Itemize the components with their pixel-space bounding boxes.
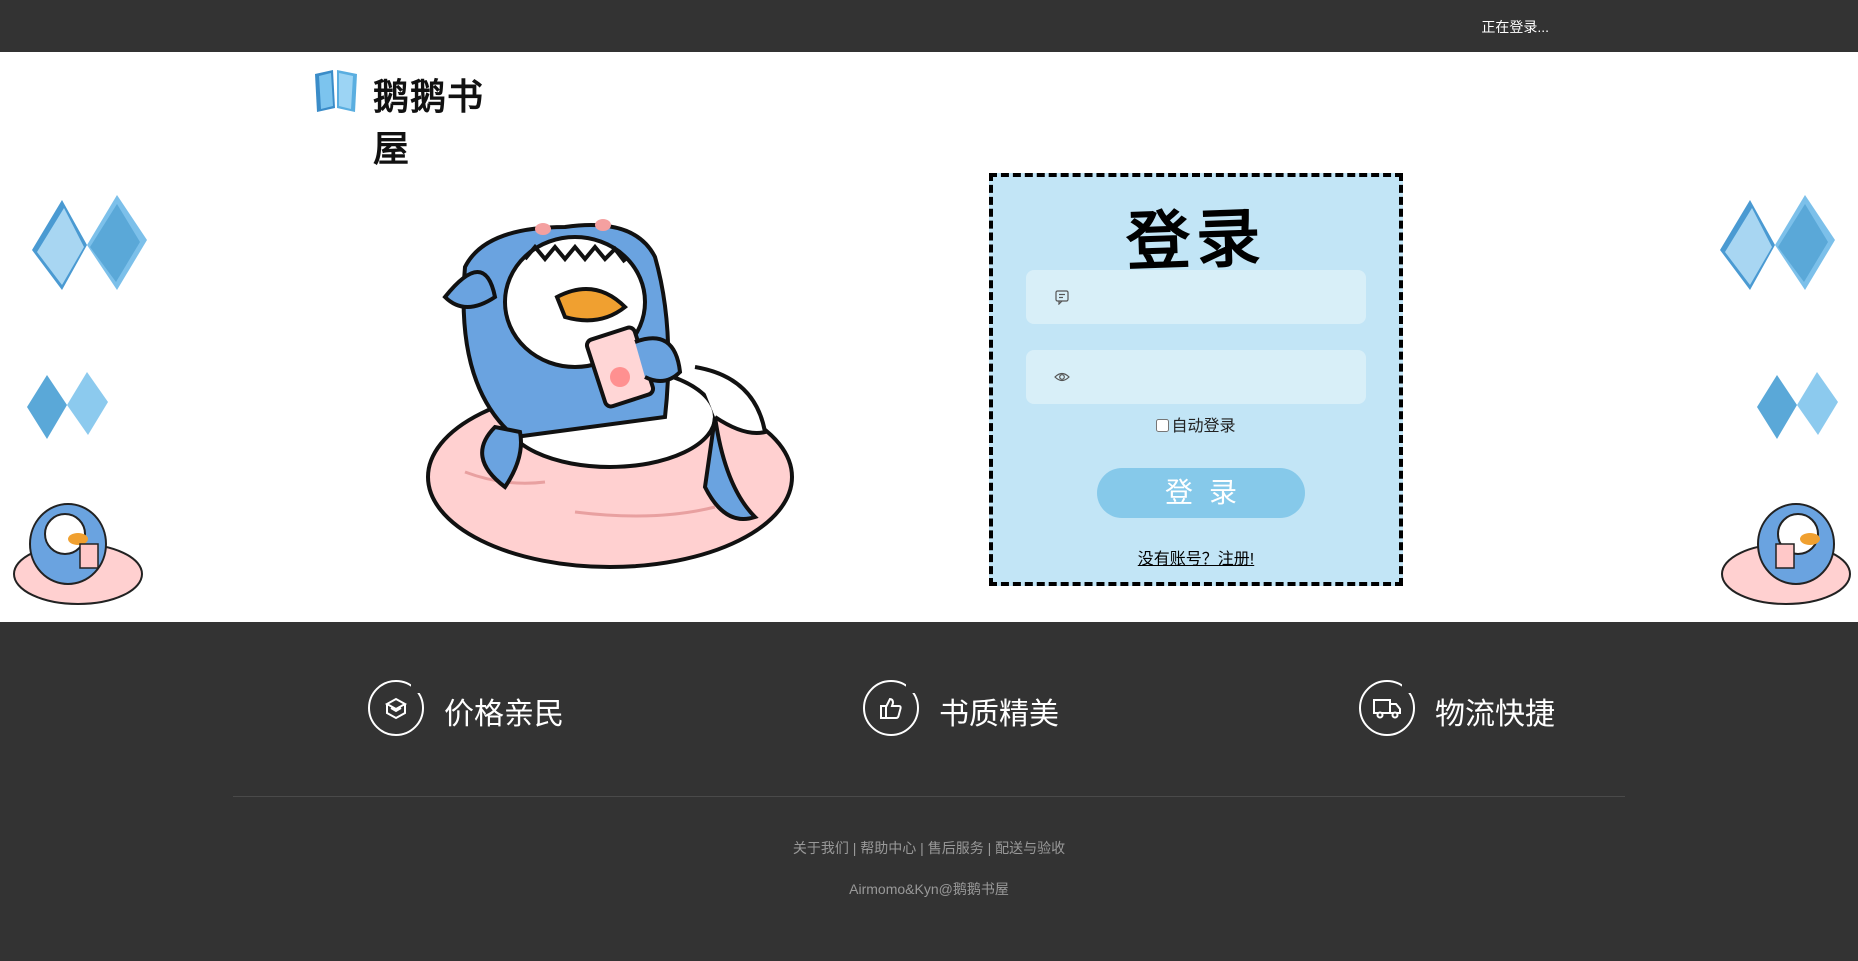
- auto-login-checkbox[interactable]: [1156, 419, 1170, 432]
- hero-section: 鹅鹅书屋 登录 自动登录 登录 没有账号？注册!: [0, 52, 1858, 622]
- feature-icon-circle: [863, 679, 920, 736]
- feature-label: 物流快捷: [1435, 698, 1555, 731]
- shark-duck-icon: [1721, 503, 1851, 605]
- footer-link-help[interactable]: 帮助中心: [860, 840, 916, 856]
- login-button[interactable]: 登录: [1097, 468, 1305, 518]
- open-book-icon: [27, 372, 108, 439]
- top-bar: 正在登录...: [0, 0, 1858, 52]
- feature-icon-circle: [1359, 679, 1416, 736]
- feature-label: 价格亲民: [444, 698, 564, 731]
- login-status-text: 正在登录...: [1481, 19, 1549, 35]
- footer-link-separator: |: [983, 840, 996, 856]
- shark-duck-icon: [13, 503, 143, 605]
- password-input[interactable]: [1086, 350, 1360, 406]
- footer-link-aftersales[interactable]: 售后服务: [928, 840, 984, 856]
- thumbs-up-icon: [880, 697, 902, 719]
- username-field[interactable]: [1026, 270, 1366, 326]
- login-form: 登录 自动登录 登录 没有账号？注册!: [989, 173, 1403, 586]
- box-icon: [384, 697, 408, 720]
- open-book-icon: [1720, 195, 1835, 290]
- feature-label: 书质精美: [939, 698, 1059, 731]
- feature-icon-circle: [368, 679, 425, 736]
- footer-divider: [233, 796, 1625, 797]
- footer-link-separator: |: [848, 840, 861, 856]
- footer-link-separator: |: [916, 840, 928, 856]
- logo-text: 鹅鹅书屋: [373, 76, 485, 170]
- password-field[interactable]: [1026, 350, 1366, 406]
- auto-login-row: 自动登录: [993, 412, 1399, 436]
- shark-duck-illustration: [426, 219, 794, 569]
- footer-links: 关于我们 | 帮助中心 | 售后服务 | 配送与验收: [0, 838, 1858, 858]
- eye-icon[interactable]: [1054, 369, 1070, 385]
- open-book-icon: [32, 195, 147, 290]
- open-book-icon: [1757, 372, 1838, 439]
- footer: 价格亲民 书质精美 物流快捷 关于我们 | 帮助中心 | 售后服务 | 配送与验…: [0, 622, 1858, 961]
- footer-link-delivery[interactable]: 配送与验收: [995, 840, 1065, 856]
- message-icon: [1055, 290, 1069, 305]
- register-link[interactable]: 没有账号？注册!: [993, 545, 1399, 569]
- footer-link-about[interactable]: 关于我们: [793, 840, 849, 856]
- auto-login-label[interactable]: 自动登录: [1171, 418, 1235, 435]
- copyright: Airmomo&Kyn@鹅鹅书屋: [849, 881, 1009, 897]
- username-input[interactable]: [1086, 270, 1360, 326]
- truck-icon: [1373, 699, 1401, 719]
- site-logo[interactable]: 鹅鹅书屋: [313, 58, 518, 170]
